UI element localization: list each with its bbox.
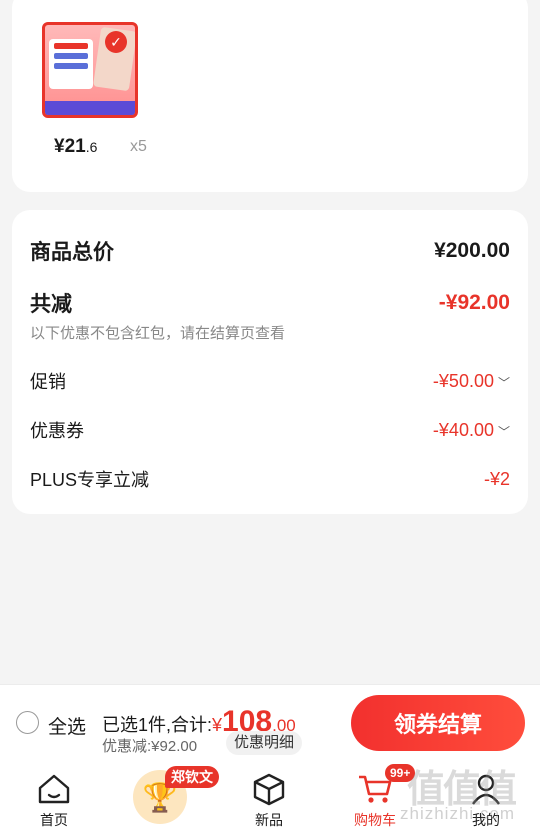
- saving-row: 共减 -¥92.00: [30, 288, 510, 318]
- home-icon: [38, 774, 70, 804]
- discount-note: 以下优惠不包含红包，请在结算页查看: [30, 325, 286, 342]
- checkout-bar: 全选 已选1件,合计:¥108.00 优惠减:¥92.00 优惠明细 领券结算: [0, 684, 540, 760]
- check-icon: ✓: [105, 31, 127, 53]
- select-all-radio[interactable]: [16, 711, 39, 734]
- total-value: ¥200.00: [434, 239, 510, 262]
- discount-detail-button[interactable]: 优惠明细: [226, 731, 303, 755]
- product-quantity: x5: [130, 138, 147, 155]
- product-card: ✓ ¥21.6 x5: [12, 0, 528, 192]
- saving-label: 共减: [30, 293, 72, 316]
- coupon-row[interactable]: 优惠券 -¥40.00 ﹀: [30, 417, 510, 443]
- chevron-down-icon: ﹀: [497, 375, 510, 390]
- checkout-button[interactable]: 领券结算: [351, 695, 525, 751]
- plus-discount-row: PLUS专享立减 -¥2: [30, 466, 510, 492]
- plus-discount-value: -¥2: [483, 468, 510, 489]
- tab-new[interactable]: 新品: [229, 760, 309, 836]
- select-all-label[interactable]: 全选: [48, 712, 86, 739]
- promotion-value: -¥50.00: [432, 370, 494, 391]
- coupon-label: 优惠券: [30, 421, 84, 441]
- product-thumbnail[interactable]: ✓: [42, 22, 138, 118]
- name-tag: 郑钦文: [165, 766, 219, 788]
- discount-total: 优惠减:¥92.00: [102, 738, 198, 755]
- price-summary-card: 商品总价 ¥200.00 共减 -¥92.00 以下优惠不包含红包，请在结算页查…: [12, 210, 528, 514]
- coupon-value: -¥40.00: [432, 419, 494, 440]
- chevron-down-icon: ﹀: [497, 424, 510, 439]
- watermark-text: zhizhizhi.com: [400, 804, 516, 823]
- saving-value: -¥92.00: [438, 291, 510, 314]
- total-label: 商品总价: [30, 241, 114, 264]
- product-price: ¥21.6: [54, 136, 98, 157]
- promo-badge: [49, 39, 93, 89]
- cube-icon: [253, 773, 285, 806]
- promotion-label: 促销: [30, 372, 66, 392]
- plus-discount-label: PLUS专享立减: [30, 470, 150, 490]
- total-row: 商品总价 ¥200.00: [30, 236, 510, 266]
- promotion-row[interactable]: 促销 -¥50.00 ﹀: [30, 368, 510, 394]
- promo-strip: [45, 101, 135, 115]
- tab-home[interactable]: 首页: [14, 760, 94, 836]
